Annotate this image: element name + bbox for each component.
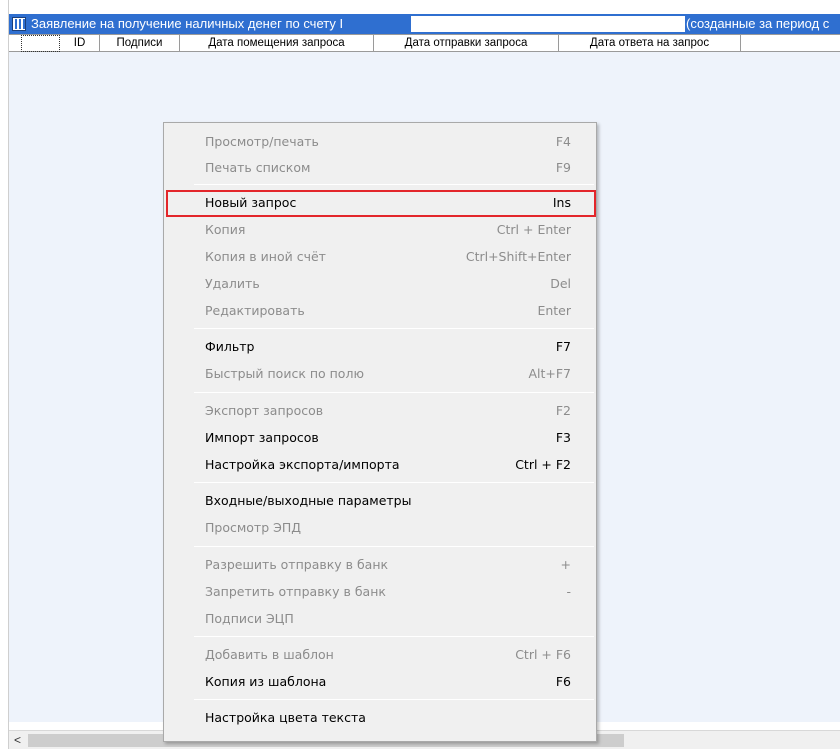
row-indicator-header[interactable]: [21, 35, 60, 52]
menu-item-label: Подписи ЭЦП: [205, 611, 294, 626]
menu-item-label: Быстрый поиск по полю: [205, 366, 364, 381]
menu-item-allow-send-to-bank[interactable]: Разрешить отправку в банк +: [165, 554, 595, 576]
menu-item-text-color-settings[interactable]: Настройка цвета текста: [165, 707, 595, 729]
menu-item-add-to-template[interactable]: Добавить в шаблон Ctrl + F6: [165, 644, 595, 666]
menu-item-shortcut: Ctrl + F6: [515, 647, 571, 662]
menu-item-label: Копия в иной счёт: [205, 249, 326, 264]
menu-item-io-parameters[interactable]: Входные/выходные параметры: [165, 490, 595, 512]
menu-item-forbid-send-to-bank[interactable]: Запретить отправку в банк -: [165, 581, 595, 603]
menu-item-label: Добавить в шаблон: [205, 647, 334, 662]
menu-item-label: Импорт запросов: [205, 430, 319, 445]
menu-item-label: Экспорт запросов: [205, 403, 324, 418]
column-header-send-date[interactable]: Дата отправки запроса: [374, 35, 559, 52]
menu-item-delete[interactable]: Удалить Del: [165, 273, 595, 295]
menu-item-view-epd[interactable]: Просмотр ЭПД: [165, 517, 595, 539]
menu-item-shortcut: Ctrl + Enter: [496, 222, 571, 237]
menu-item-import-requests[interactable]: Импорт запросов F3: [165, 427, 595, 449]
menu-item-copy[interactable]: Копия Ctrl + Enter: [165, 219, 595, 241]
menu-separator: [194, 546, 594, 547]
menu-item-filter[interactable]: Фильтр F7: [165, 336, 595, 358]
menu-item-shortcut: F9: [555, 160, 571, 175]
menu-item-print-list[interactable]: Печать списком F9: [165, 157, 595, 179]
menu-item-label: Настройка цвета текста: [205, 710, 366, 725]
menu-separator: [194, 184, 594, 185]
menu-separator: [194, 392, 594, 393]
menu-item-shortcut: Alt+F7: [528, 366, 571, 381]
menu-item-shortcut: Del: [550, 276, 571, 291]
menu-item-shortcut: -: [566, 584, 571, 599]
menu-separator: [194, 636, 594, 637]
menu-item-label: Разрешить отправку в банк: [205, 557, 389, 572]
menu-item-shortcut: Ctrl+Shift+Enter: [465, 249, 571, 264]
redacted-account-field: [411, 16, 685, 32]
menu-item-label: Копия из шаблона: [205, 674, 327, 689]
menu-item-shortcut: F4: [555, 134, 571, 149]
menu-item-shortcut: Ctrl + F2: [515, 457, 571, 472]
menu-item-label: Просмотр ЭПД: [205, 520, 302, 535]
column-header-placement-date[interactable]: Дата помещения запроса: [180, 35, 374, 52]
new-request-highlight-box: [166, 190, 596, 217]
menu-item-label: Настройка экспорта/импорта: [205, 457, 400, 472]
menu-item-shortcut: F6: [555, 674, 571, 689]
menu-separator: [194, 482, 594, 483]
menu-item-shortcut: +: [560, 557, 571, 572]
window-left-border: [0, 0, 9, 749]
menu-item-shortcut: Enter: [537, 303, 571, 318]
menu-item-label: Запретить отправку в банк: [205, 584, 386, 599]
menu-item-edit[interactable]: Редактировать Enter: [165, 300, 595, 322]
menu-item-shortcut: F2: [555, 403, 571, 418]
menu-item-quick-search[interactable]: Быстрый поиск по полю Alt+F7: [165, 363, 595, 385]
menu-item-shortcut: F7: [555, 339, 571, 354]
menu-item-label: Удалить: [205, 276, 260, 291]
window-title: Заявление на получение наличных денег по…: [31, 16, 344, 31]
menu-item-copy-from-template[interactable]: Копия из шаблона F6: [165, 671, 595, 693]
window-title-period: (созданные за период с: [686, 16, 830, 31]
menu-item-label: Входные/выходные параметры: [205, 493, 412, 508]
table-icon: [12, 17, 26, 31]
menu-separator: [194, 328, 594, 329]
menu-item-label: Печать списком: [205, 160, 311, 175]
column-header-signatures[interactable]: Подписи: [100, 35, 180, 52]
scroll-left-arrow[interactable]: <: [9, 731, 26, 749]
menu-item-export-import-settings[interactable]: Настройка экспорта/импорта Ctrl + F2: [165, 454, 595, 476]
menu-item-view-print[interactable]: Просмотр/печать F4: [165, 131, 595, 153]
grid-header: ID Подписи Дата помещения запроса Дата о…: [9, 34, 840, 52]
column-header-response-date[interactable]: Дата ответа на запрос: [559, 35, 741, 52]
menu-separator: [194, 699, 594, 700]
menu-item-label: Копия: [205, 222, 246, 237]
menu-item-label: Редактировать: [205, 303, 305, 318]
window-titlebar[interactable]: Заявление на получение наличных денег по…: [9, 14, 840, 34]
menu-item-copy-to-other-account[interactable]: Копия в иной счёт Ctrl+Shift+Enter: [165, 246, 595, 268]
column-header-id[interactable]: ID: [60, 35, 100, 52]
menu-item-label: Фильтр: [205, 339, 255, 354]
menu-item-eds-signatures[interactable]: Подписи ЭЦП: [165, 608, 595, 630]
menu-item-export-requests[interactable]: Экспорт запросов F2: [165, 400, 595, 422]
menu-item-shortcut: F3: [555, 430, 571, 445]
menu-item-label: Просмотр/печать: [205, 134, 319, 149]
